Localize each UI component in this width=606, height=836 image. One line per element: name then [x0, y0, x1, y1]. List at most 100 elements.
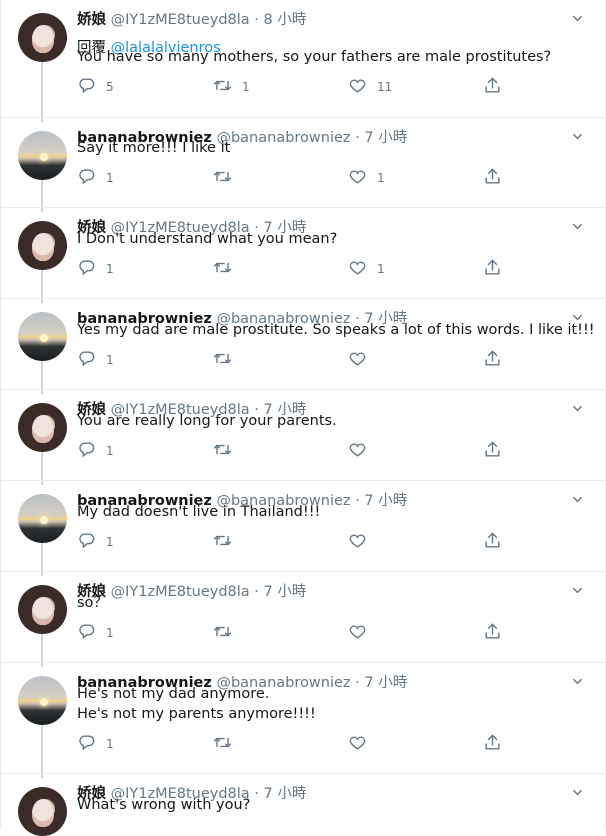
like-button[interactable]: 11 — [348, 77, 392, 97]
reply-icon — [77, 349, 96, 372]
like-button[interactable] — [348, 623, 367, 643]
reply-button[interactable]: 1 — [77, 350, 114, 370]
reply-button[interactable]: 1 — [77, 259, 114, 279]
like-button[interactable]: 1 — [348, 259, 385, 279]
retweet-button[interactable] — [213, 734, 232, 754]
like-count: 1 — [377, 171, 385, 185]
share-button[interactable] — [483, 441, 502, 461]
tweet: 娇娘 @IY1zME8tueyd8la · 7 小時 I Don't unders… — [0, 208, 606, 303]
reply-count: 1 — [106, 626, 114, 640]
share-icon — [483, 258, 502, 281]
tweet-actions: 11 — [77, 259, 507, 279]
avatar[interactable] — [18, 585, 67, 634]
tweet-timestamp[interactable]: 7 小時 — [264, 786, 307, 802]
avatar[interactable] — [18, 221, 67, 270]
tweet-text: What's wrong with you? — [77, 795, 250, 815]
share-button[interactable] — [483, 259, 502, 279]
reply-button[interactable]: 1 — [77, 168, 114, 188]
reply-button[interactable]: 1 — [77, 441, 114, 461]
retweet-button[interactable]: 1 — [213, 77, 250, 97]
share-button[interactable] — [483, 623, 502, 643]
tweet-actions: 1 — [77, 532, 507, 552]
retweet-icon — [213, 733, 232, 756]
tweet-text: My dad doesn't live in Thailand!!! — [77, 502, 320, 522]
avatar[interactable] — [18, 312, 67, 361]
user-handle[interactable]: @IY1zME8tueyd8la — [111, 584, 250, 600]
avatar[interactable] — [18, 494, 67, 543]
like-button[interactable]: 1 — [348, 168, 385, 188]
chevron-down-icon[interactable] — [572, 672, 583, 685]
tweet-actions: 1 — [77, 441, 507, 461]
like-button[interactable] — [348, 350, 367, 370]
retweet-button[interactable] — [213, 350, 232, 370]
separator-dot: · — [249, 786, 264, 802]
tweet-text: so？ — [77, 593, 108, 613]
tweet-timestamp[interactable]: 7 小時 — [364, 130, 407, 146]
reply-icon — [77, 531, 96, 554]
reply-button[interactable]: 1 — [77, 532, 114, 552]
tweet-actions: 1 — [77, 350, 507, 370]
tweet-timestamp[interactable]: 8 小時 — [264, 12, 307, 28]
retweet-button[interactable] — [213, 259, 232, 279]
tweet-text: You have so many mothers, so your father… — [77, 47, 551, 67]
chevron-down-icon[interactable] — [572, 127, 583, 140]
tweet: bananabrowniez @bananabrowniez · 7 小時 Say… — [0, 118, 606, 212]
reply-count: 1 — [106, 535, 114, 549]
share-button[interactable] — [483, 350, 502, 370]
avatar[interactable] — [18, 403, 67, 452]
retweet-button[interactable] — [213, 168, 232, 188]
retweet-button[interactable] — [213, 623, 232, 643]
reply-button[interactable]: 1 — [77, 734, 114, 754]
separator-dot: · — [350, 130, 365, 146]
chevron-down-icon[interactable] — [572, 308, 583, 321]
heart-icon — [348, 733, 367, 756]
tweet-text-line: Say it more!!! I like it — [77, 140, 231, 156]
chevron-down-icon[interactable] — [572, 399, 583, 412]
user-display-name[interactable]: 娇娘 — [77, 12, 106, 28]
retweet-button[interactable] — [213, 441, 232, 461]
share-icon — [483, 167, 502, 190]
tweet-text: Say it more!!! I like it — [77, 138, 230, 158]
tweet-timestamp[interactable]: 7 小時 — [264, 584, 307, 600]
tweet: 娇娘 @IY1zME8tueyd8la · 8 小時 回覆 @lalalalvie… — [0, 0, 606, 122]
avatar[interactable] — [18, 13, 67, 62]
like-button[interactable] — [348, 441, 367, 461]
like-button[interactable] — [348, 532, 367, 552]
retweet-icon — [213, 258, 232, 281]
tweet-timestamp[interactable]: 7 小時 — [364, 493, 407, 509]
user-handle[interactable]: @bananabrowniez — [216, 130, 350, 146]
tweet-actions: 5 1 11 — [77, 77, 507, 97]
tweet-text-line: so？ — [77, 595, 108, 611]
tweet: bananabrowniez @bananabrowniez · 7 小時 My … — [0, 481, 606, 576]
chevron-down-icon[interactable] — [572, 581, 583, 594]
separator-dot: · — [350, 675, 365, 691]
chevron-down-icon[interactable] — [572, 783, 583, 796]
tweet: 娇娘 @IY1zME8tueyd8la · 7 小時 so？ 1 — [0, 572, 606, 667]
chevron-down-icon[interactable] — [572, 217, 583, 230]
share-button[interactable] — [483, 168, 502, 188]
share-button[interactable] — [483, 734, 502, 754]
user-handle[interactable]: @IY1zME8tueyd8la — [111, 12, 250, 28]
share-icon — [483, 440, 502, 463]
reply-button[interactable]: 5 — [77, 77, 114, 97]
like-button[interactable] — [348, 734, 367, 754]
thread-connector — [41, 62, 43, 122]
chevron-down-icon[interactable] — [572, 490, 583, 503]
reply-button[interactable]: 1 — [77, 623, 114, 643]
chevron-down-icon[interactable] — [572, 9, 583, 22]
retweet-icon — [213, 167, 232, 190]
tweet-text-line: What's wrong with you? — [77, 797, 251, 813]
avatar[interactable] — [18, 131, 67, 180]
tweet-timestamp[interactable]: 7 小時 — [364, 675, 407, 691]
retweet-icon — [213, 76, 232, 99]
share-button[interactable] — [483, 77, 502, 97]
retweet-button[interactable] — [213, 532, 232, 552]
heart-icon — [348, 440, 367, 463]
heart-icon — [348, 76, 367, 99]
share-button[interactable] — [483, 532, 502, 552]
avatar[interactable] — [18, 676, 67, 725]
tweet-text-line: I Don't understand what you mean? — [77, 231, 338, 247]
tweet: bananabrowniez @bananabrowniez · 7 小時 Yes… — [0, 299, 606, 394]
tweet-text-line: You are really long for your parents. — [77, 413, 337, 429]
tweet-text-line: He's not my parents anymore!!!! — [77, 706, 316, 722]
